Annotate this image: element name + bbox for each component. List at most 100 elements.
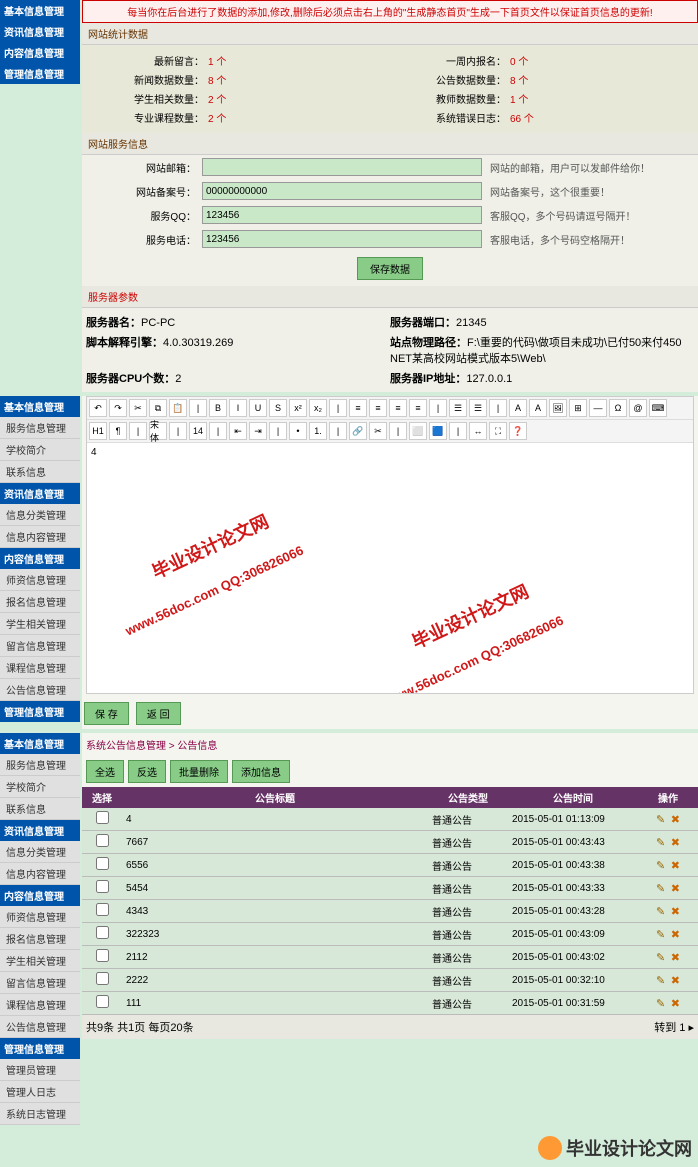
nav-admin[interactable]: 管理信息管理 [0, 63, 80, 84]
toolbar-icon[interactable]: | [429, 399, 447, 417]
nav-item[interactable]: 信息内容管理 [0, 863, 80, 885]
nav-item[interactable]: 信息分类管理 [0, 504, 80, 526]
toolbar-icon[interactable]: ≡ [409, 399, 427, 417]
edit-icon[interactable]: ✎ [655, 951, 667, 963]
toolbar-icon[interactable]: | [129, 422, 147, 440]
toolbar-icon[interactable]: A [529, 399, 547, 417]
toolbar-icon[interactable]: | [329, 422, 347, 440]
delete-icon[interactable]: ✖ [669, 997, 681, 1009]
row-checkbox[interactable] [96, 880, 109, 893]
form-input[interactable] [202, 182, 482, 200]
batch-delete-button[interactable]: 批量删除 [170, 760, 228, 783]
toolbar-icon[interactable]: ⌨ [649, 399, 667, 417]
save-button[interactable]: 保存数据 [357, 257, 423, 280]
delete-icon[interactable]: ✖ [669, 882, 681, 894]
row-checkbox[interactable] [96, 995, 109, 1008]
editor-body[interactable]: 4 毕业设计论文网 www.56doc.com QQ:306826066 毕业设… [87, 443, 693, 693]
nav-header[interactable]: 内容信息管理 [0, 548, 80, 569]
nav-item[interactable]: 师资信息管理 [0, 569, 80, 591]
toolbar-icon[interactable]: ❓ [509, 422, 527, 440]
nav-item[interactable]: 联系信息 [0, 461, 80, 483]
toolbar-icon[interactable]: A [509, 399, 527, 417]
nav-item[interactable]: 课程信息管理 [0, 994, 80, 1016]
toolbar-icon[interactable]: x² [289, 399, 307, 417]
nav-item[interactable]: 留言信息管理 [0, 635, 80, 657]
edit-icon[interactable]: ✎ [655, 974, 667, 986]
toolbar-icon[interactable]: | [269, 422, 287, 440]
edit-icon[interactable]: ✎ [655, 882, 667, 894]
nav-item[interactable]: 学生相关管理 [0, 950, 80, 972]
toolbar-icon[interactable]: 宋体 [149, 422, 167, 440]
delete-icon[interactable]: ✖ [669, 928, 681, 940]
nav-news[interactable]: 资讯信息管理 [0, 21, 80, 42]
nav-item[interactable]: 学校简介 [0, 439, 80, 461]
toolbar-icon[interactable]: ✂ [369, 422, 387, 440]
nav-item[interactable]: 系统日志管理 [0, 1103, 80, 1125]
toolbar-icon[interactable]: S [269, 399, 287, 417]
row-checkbox[interactable] [96, 903, 109, 916]
toolbar-icon[interactable]: ⧉ [149, 399, 167, 417]
toolbar-icon[interactable]: ≡ [349, 399, 367, 417]
nav-item[interactable]: 管理员管理 [0, 1059, 80, 1081]
toolbar-icon[interactable]: 🖼 [549, 399, 567, 417]
nav-basic[interactable]: 基本信息管理 [0, 0, 80, 21]
form-input[interactable] [202, 158, 482, 176]
row-checkbox[interactable] [96, 949, 109, 962]
edit-icon[interactable]: ✎ [655, 928, 667, 940]
toolbar-icon[interactable]: 📋 [169, 399, 187, 417]
edit-icon[interactable]: ✎ [655, 859, 667, 871]
nav-header[interactable]: 管理信息管理 [0, 1038, 80, 1059]
toolbar-icon[interactable]: I [229, 399, 247, 417]
toolbar-icon[interactable]: ⛶ [489, 422, 507, 440]
nav-item[interactable]: 留言信息管理 [0, 972, 80, 994]
form-input[interactable] [202, 206, 482, 224]
nav-item[interactable]: 报名信息管理 [0, 928, 80, 950]
nav-item[interactable]: 公告信息管理 [0, 1016, 80, 1038]
nav-header[interactable]: 管理信息管理 [0, 701, 80, 722]
nav-header[interactable]: 资讯信息管理 [0, 820, 80, 841]
toolbar-icon[interactable]: 1. [309, 422, 327, 440]
toolbar-icon[interactable]: | [329, 399, 347, 417]
edit-icon[interactable]: ✎ [655, 836, 667, 848]
toolbar-icon[interactable]: ¶ [109, 422, 127, 440]
edit-icon[interactable]: ✎ [655, 813, 667, 825]
toolbar-icon[interactable]: 14 [189, 422, 207, 440]
delete-icon[interactable]: ✖ [669, 813, 681, 825]
back-button[interactable]: 返 回 [136, 702, 181, 725]
delete-icon[interactable]: ✖ [669, 836, 681, 848]
nav-item[interactable]: 管理人日志 [0, 1081, 80, 1103]
row-checkbox[interactable] [96, 811, 109, 824]
delete-icon[interactable]: ✖ [669, 859, 681, 871]
row-checkbox[interactable] [96, 857, 109, 870]
toolbar-icon[interactable]: • [289, 422, 307, 440]
toolbar-icon[interactable]: ≡ [389, 399, 407, 417]
toolbar-icon[interactable]: ⊞ [569, 399, 587, 417]
pager-nav[interactable]: 转到 1 ▸ [654, 1019, 694, 1035]
row-checkbox[interactable] [96, 926, 109, 939]
nav-header[interactable]: 资讯信息管理 [0, 483, 80, 504]
nav-item[interactable]: 信息内容管理 [0, 526, 80, 548]
toolbar-icon[interactable]: — [589, 399, 607, 417]
add-button[interactable]: 添加信息 [232, 760, 290, 783]
select-all-button[interactable]: 全选 [86, 760, 124, 783]
toolbar-icon[interactable]: U [249, 399, 267, 417]
nav-item[interactable]: 联系信息 [0, 798, 80, 820]
toolbar-icon[interactable]: ⬜ [409, 422, 427, 440]
toolbar-icon[interactable]: ☰ [469, 399, 487, 417]
toolbar-icon[interactable]: ≡ [369, 399, 387, 417]
nav-item[interactable]: 师资信息管理 [0, 906, 80, 928]
toolbar-icon[interactable]: H1 [89, 422, 107, 440]
toolbar-icon[interactable]: ⇤ [229, 422, 247, 440]
toolbar-icon[interactable]: | [189, 399, 207, 417]
nav-item[interactable]: 学生相关管理 [0, 613, 80, 635]
nav-header[interactable]: 基本信息管理 [0, 733, 80, 754]
nav-item[interactable]: 课程信息管理 [0, 657, 80, 679]
form-input[interactable] [202, 230, 482, 248]
nav-item[interactable]: 服务信息管理 [0, 417, 80, 439]
toolbar-icon[interactable]: B [209, 399, 227, 417]
edit-icon[interactable]: ✎ [655, 905, 667, 917]
toolbar-icon[interactable]: @ [629, 399, 647, 417]
edit-icon[interactable]: ✎ [655, 997, 667, 1009]
toolbar-icon[interactable]: | [449, 422, 467, 440]
toolbar-icon[interactable]: ☰ [449, 399, 467, 417]
